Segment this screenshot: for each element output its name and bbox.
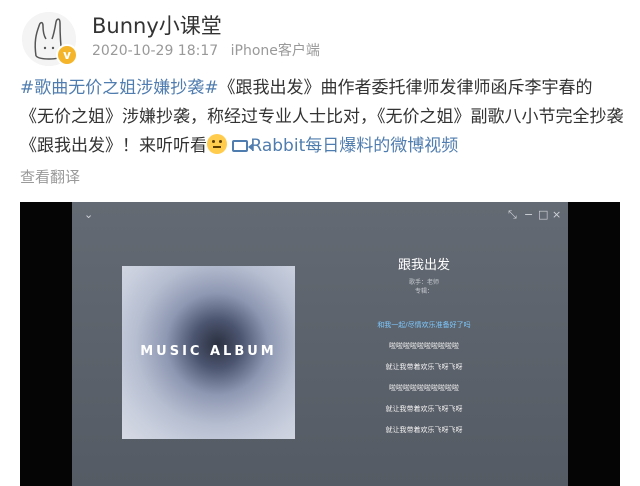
song-meta: 歌手：老师 专辑： xyxy=(372,278,476,296)
album-cover: MUSIC ALBUM xyxy=(122,266,295,439)
music-player-window: ⌄ ⤡ − □ × MUSIC ALBUM 跟我出发 歌手：老师 专辑： 和我一… xyxy=(72,202,568,486)
video-camera-icon xyxy=(232,140,254,152)
lyric-line: 和我一起/尽情欢乐准备好了吗 xyxy=(377,321,471,329)
post-meta: 2020-10-29 18:17 iPhone客户端 xyxy=(92,40,328,60)
verified-badge-icon: v xyxy=(56,44,78,66)
song-title: 跟我出发 xyxy=(397,258,450,273)
video-link-label: Rabbit每日爆料的微博视频 xyxy=(250,136,459,156)
video-link[interactable]: Rabbit每日爆料的微博视频 xyxy=(232,136,458,156)
username[interactable]: Bunny小课堂 xyxy=(92,10,222,40)
lyric-line: 啦啦啦啦啦啦啦啦啦啦 xyxy=(389,342,459,350)
hashtag-link[interactable]: #歌曲无价之姐涉嫌抄袭# xyxy=(20,78,219,98)
video-player[interactable]: ⌄ ⤡ − □ × MUSIC ALBUM 跟我出发 歌手：老师 专辑： 和我一… xyxy=(20,202,620,486)
lyric-line: 就让我带着欢乐飞呀飞呀 xyxy=(385,426,463,434)
lyric-line: 就让我带着欢乐飞呀飞呀 xyxy=(385,363,463,371)
post-date: 2020-10-29 18:17 xyxy=(92,43,219,59)
shrink-icon[interactable]: ⤡ xyxy=(508,208,517,222)
post-client: iPhone客户端 xyxy=(230,43,320,59)
post-header: v Bunny小课堂 2020-10-29 18:17 iPhone客户端 xyxy=(0,0,640,70)
collapse-icon[interactable]: ⌄ xyxy=(84,208,93,221)
lyric-line: 就让我带着欢乐飞呀飞呀 xyxy=(385,405,463,413)
song-artist: 歌手：老师 xyxy=(408,279,439,286)
close-icon[interactable]: × xyxy=(552,208,561,221)
translate-button[interactable]: 查看翻译 xyxy=(20,166,80,187)
smile-emoji-icon xyxy=(207,134,227,154)
song-album: 专辑： xyxy=(414,288,433,295)
minimize-icon[interactable]: − xyxy=(524,208,533,221)
lyric-line: 啦啦啦啦啦啦啦啦啦啦 xyxy=(389,384,459,392)
post-text: #歌曲无价之姐涉嫌抄袭#《跟我出发》曲作者委托律师发律师函斥李宇春的《无价之姐》… xyxy=(20,74,624,161)
album-cover-text: MUSIC ALBUM xyxy=(140,344,277,359)
maximize-icon[interactable]: □ xyxy=(538,208,548,221)
